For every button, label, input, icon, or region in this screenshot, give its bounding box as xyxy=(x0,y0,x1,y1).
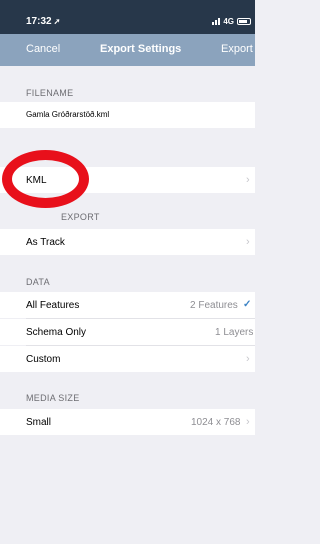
chevron-right-icon: › xyxy=(246,353,250,365)
export-section-header: EXPORT xyxy=(61,212,100,222)
data-option-schema-only[interactable]: Schema Only 1 Layers xyxy=(0,319,255,345)
filename-value[interactable]: Gamla Gróðrarstöð.kml xyxy=(26,110,109,119)
data-option-value: 1 Layers xyxy=(215,327,254,338)
chevron-right-icon: › xyxy=(246,174,250,186)
status-bar: 17:32 ➚ 4G xyxy=(0,0,255,34)
navigation-bar: Cancel Export Settings Export xyxy=(0,34,255,66)
export-button[interactable]: Export xyxy=(221,43,253,55)
data-section-header: DATA xyxy=(26,277,50,287)
media-size-value: 1024 x 768 xyxy=(191,417,241,428)
cancel-button[interactable]: Cancel xyxy=(26,43,60,55)
battery-icon xyxy=(237,17,251,25)
data-option-label: All Features xyxy=(26,300,80,311)
media-size-label: Small xyxy=(26,417,52,428)
data-option-value: 2 Features xyxy=(190,300,238,311)
export-type-row[interactable]: As Track › xyxy=(0,229,255,255)
location-arrow-icon: ➚ xyxy=(53,17,61,26)
export-type-label: As Track xyxy=(26,237,65,248)
checkmark-icon: ✓ xyxy=(243,299,252,310)
chevron-right-icon: › xyxy=(246,416,250,428)
data-option-custom[interactable]: Custom › xyxy=(0,346,255,372)
media-size-row[interactable]: Small 1024 x 768 › xyxy=(0,409,255,435)
filename-section-header: FILENAME xyxy=(26,88,74,98)
chevron-right-icon: › xyxy=(246,236,250,248)
media-size-section-header: MEDIA SIZE xyxy=(26,393,80,403)
data-option-label: Custom xyxy=(26,354,61,365)
page-title: Export Settings xyxy=(100,43,182,55)
status-right: 4G xyxy=(212,15,251,27)
status-time: 17:32 ➚ xyxy=(26,16,61,27)
data-option-label: Schema Only xyxy=(26,327,87,338)
network-type: 4G xyxy=(223,16,234,26)
filename-row[interactable]: Gamla Gróðrarstöð.kml xyxy=(0,102,255,128)
signal-bars-icon xyxy=(212,17,221,25)
annotation-circle xyxy=(2,150,89,208)
data-option-all-features[interactable]: All Features 2 Features ✓ xyxy=(0,292,255,318)
